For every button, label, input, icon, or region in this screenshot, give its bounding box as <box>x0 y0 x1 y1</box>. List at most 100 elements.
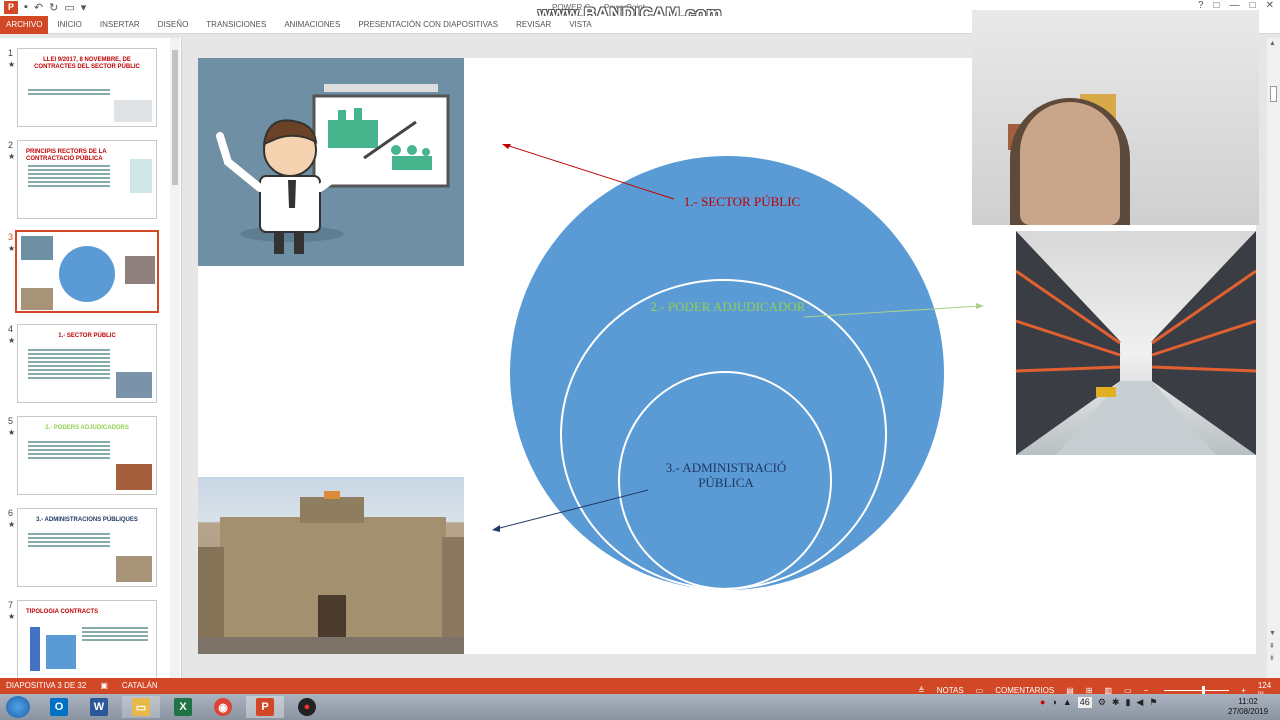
thumbnail-row: 3 ★ <box>4 230 164 314</box>
thumbnail-row: 7 ★ TIPOLOGIA CONTRACTS <box>4 600 164 678</box>
thumbnail-picture <box>114 100 152 122</box>
chrome-icon: ◉ <box>214 698 232 716</box>
taskbar-outlook[interactable]: O <box>40 696 78 718</box>
slide-thumbnail-7[interactable]: TIPOLOGIA CONTRACTS <box>17 600 157 678</box>
slideshow-start-icon[interactable]: ▭ <box>64 1 74 14</box>
arrow-head <box>492 525 500 532</box>
start-button[interactable] <box>6 696 30 718</box>
slide-thumbnail-4[interactable]: 1.- SECTOR PÚBLIC <box>17 324 157 403</box>
tab-vista[interactable]: VISTA <box>560 16 601 34</box>
tab-insertar[interactable]: INSERTAR <box>91 16 149 34</box>
taskbar-clock[interactable]: 11:02 27/08/2019 <box>1228 697 1268 717</box>
thumbnail-number: 2 <box>8 140 14 150</box>
clock-date: 27/08/2019 <box>1228 707 1269 716</box>
thumbnail-number: 7 <box>8 600 14 610</box>
thumbnail-number: 3 <box>8 232 14 242</box>
tab-revisar[interactable]: REVISAR <box>507 16 560 34</box>
thumbnail-title: 3.- ADMINISTRACIONS PÚBLIQUES <box>36 517 138 523</box>
animation-star-icon: ★ <box>8 152 16 161</box>
tab-presentacion[interactable]: PRESENTACIÓN CON DIAPOSITIVAS <box>349 16 507 34</box>
windows-taskbar: O W ▭ X ◉ P ● ● ◑ ▲ 46 ⚙ ✱ ▮ ◀ ⚑ 11:02 2… <box>0 694 1280 720</box>
scroll-up-icon[interactable]: ▲ <box>1269 40 1276 47</box>
bluetooth-icon[interactable]: ✱ <box>1112 697 1120 708</box>
record-icon[interactable]: ● <box>1040 697 1045 708</box>
outlook-icon: O <box>50 698 68 716</box>
wifi-icon[interactable]: ▮ <box>1125 697 1130 708</box>
thumbnail-row: 6 ★ 3.- ADMINISTRACIONS PÚBLIQUES <box>4 508 164 590</box>
taskbar-powerpoint[interactable]: P <box>246 696 284 718</box>
thumbnail-title: LLEI 9/2017, 8 NOVEMBRE, DE CONTRACTES D… <box>34 57 140 70</box>
thumbnail-number: 6 <box>8 508 14 518</box>
tab-inicio[interactable]: INICIO <box>48 16 90 34</box>
tab-transiciones[interactable]: TRANSICIONES <box>197 16 275 34</box>
arrow-to-warehouse <box>803 305 981 318</box>
scroll-down-icon[interactable]: ▼ <box>1269 630 1276 637</box>
powerpoint-icon[interactable]: P <box>4 1 18 14</box>
tab-diseno[interactable]: DISEÑO <box>149 16 198 34</box>
slide-counter: DIAPOSITIVA 3 DE 32 <box>6 681 87 690</box>
quick-access-toolbar: P ▪ ↶ ↻ ▭ ▾ <box>4 1 86 14</box>
tray-badge[interactable]: 46 <box>1077 697 1092 708</box>
folder-icon: ▭ <box>132 698 150 716</box>
arrow-to-teacher <box>505 144 675 200</box>
customize-qat-icon[interactable]: ▾ <box>81 1 87 14</box>
slide-thumbnail-6[interactable]: 3.- ADMINISTRACIONS PÚBLIQUES <box>17 508 157 587</box>
slide-thumbnail-2[interactable]: PRINCIPIS RECTORS DE LA CONTRACTACIÓ PÚB… <box>17 140 157 219</box>
flag-icon[interactable]: ⚑ <box>1149 697 1157 708</box>
presenter-face <box>1020 102 1120 225</box>
bandicam-icon: ● <box>298 698 316 716</box>
show-hidden-icon[interactable]: ▲ <box>1063 697 1072 708</box>
slide-thumbnail-3-active[interactable] <box>15 230 159 313</box>
settings-icon[interactable]: ⚙ <box>1098 697 1106 708</box>
network-icon[interactable]: ◑ <box>1051 697 1056 708</box>
thumbnail-number: 1 <box>8 48 14 58</box>
animation-star-icon: ★ <box>8 612 16 621</box>
thumbnail-row: 1 ★ LLEI 9/2017, 8 NOVEMBRE, DE CONTRACT… <box>4 48 164 130</box>
thumbnail-picture <box>130 159 152 193</box>
arrow-head <box>976 303 984 309</box>
status-bar: DIAPOSITIVA 3 DE 32 ▣ CATALÁN ≜ NOTAS ▭ … <box>0 678 1280 699</box>
taskbar-bandicam[interactable]: ● <box>288 696 326 718</box>
animation-star-icon: ★ <box>8 336 16 345</box>
warehouse-illustration <box>1015 231 1256 455</box>
thumbnail-number: 5 <box>8 416 14 426</box>
next-slide-icon[interactable]: ⇟ <box>1269 654 1275 662</box>
taskbar-excel[interactable]: X <box>164 696 202 718</box>
thumbnail-scroll-thumb[interactable] <box>172 50 178 185</box>
system-tray: ● ◑ ▲ 46 ⚙ ✱ ▮ ◀ ⚑ <box>1040 697 1157 708</box>
thumbnail-picture <box>116 464 152 490</box>
slide-thumbnail-panel: 1 ★ LLEI 9/2017, 8 NOVEMBRE, DE CONTRACT… <box>0 38 182 678</box>
warehouse-photo[interactable] <box>1015 231 1256 455</box>
animation-star-icon: ★ <box>8 428 16 437</box>
tab-animaciones[interactable]: ANIMACIONES <box>275 16 349 34</box>
webcam-overlay <box>972 10 1259 225</box>
thumbnail-scrollbar[interactable] <box>170 38 180 678</box>
undo-icon[interactable]: ↶ <box>34 1 43 14</box>
thumbnail-title: 2.- PODERS ADJUDICADORS <box>45 425 129 431</box>
slide-vertical-scrollbar[interactable]: ▲ ▼ ⇞ ⇟ <box>1267 38 1280 678</box>
thumbnail-title: TIPOLOGIA CONTRACTS <box>26 609 99 615</box>
thumbnail-title: 1.- SECTOR PÚBLIC <box>58 333 116 339</box>
slide-scroll-thumb[interactable] <box>1270 86 1277 102</box>
excel-icon: X <box>174 698 192 716</box>
spellcheck-icon[interactable]: ▣ <box>100 681 108 690</box>
thumbnail-row: 2 ★ PRINCIPIS RECTORS DE LA CONTRACTACIÓ… <box>4 140 164 222</box>
thumbnail-picture <box>116 556 152 582</box>
slide-thumbnail-5[interactable]: 2.- PODERS ADJUDICADORS <box>17 416 157 495</box>
speaker-icon[interactable]: ◀ <box>1136 697 1143 708</box>
taskbar-word[interactable]: W <box>80 696 118 718</box>
zoom-slider[interactable] <box>1164 685 1230 695</box>
thumbnail-row: 5 ★ 2.- PODERS ADJUDICADORS <box>4 416 164 498</box>
previous-slide-icon[interactable]: ⇞ <box>1269 642 1275 650</box>
slide-thumbnail-1[interactable]: LLEI 9/2017, 8 NOVEMBRE, DE CONTRACTES D… <box>17 48 157 127</box>
clock-time: 11:02 <box>1238 697 1258 706</box>
redo-icon[interactable]: ↻ <box>49 1 58 14</box>
tab-archivo[interactable]: ARCHIVO <box>0 15 49 34</box>
save-icon[interactable]: ▪ <box>24 1 28 14</box>
animation-star-icon: ★ <box>8 520 16 529</box>
close-icon[interactable]: ✕ <box>1266 0 1274 11</box>
language-indicator[interactable]: CATALÁN <box>122 681 158 690</box>
thumbnail-row: 4 ★ 1.- SECTOR PÚBLIC <box>4 324 164 406</box>
taskbar-chrome[interactable]: ◉ <box>204 696 242 718</box>
taskbar-explorer[interactable]: ▭ <box>122 696 160 718</box>
